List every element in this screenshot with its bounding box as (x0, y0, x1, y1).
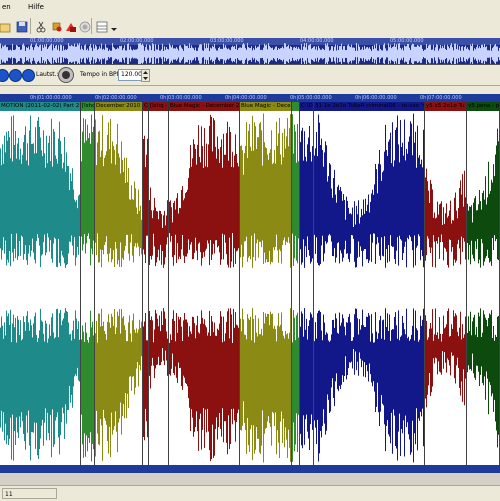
ruler-tick: 0h|06:00:00.000 (355, 95, 397, 101)
dropdown-icon[interactable] (108, 18, 119, 35)
overview-waveform[interactable]: 01:00:00.000 02:00:00.000 03:00:00.000 0… (0, 38, 500, 65)
toolbar (0, 14, 500, 39)
waveform-area[interactable] (0, 111, 500, 465)
track-title[interactable] (292, 102, 300, 111)
ruler-tick: 0h|05:00:00.000 (290, 95, 332, 101)
overview-wave-path (0, 43, 500, 64)
ruler-tick: 0h|03:00:00.000 (160, 95, 202, 101)
ruler-tick: 0h|01:00:00.000 (30, 95, 72, 101)
pause-icon[interactable] (9, 69, 22, 82)
ruler-tick: 0h|04:00:00.000 (225, 95, 267, 101)
timeline-bottom-strip[interactable] (0, 465, 500, 473)
track-title[interactable]: December 2010 (95, 102, 143, 111)
track-title[interactable]: MOTION (2011-02-02) Part 2 - Sub (0, 102, 81, 111)
track-title[interactable]: [Ishq - (149, 102, 169, 111)
waveform-canvas[interactable] (0, 111, 500, 465)
separator (0, 86, 500, 94)
menu-item-help[interactable]: Hilfe (28, 3, 44, 11)
track-title[interactable]: v5 pena - pe (467, 102, 500, 111)
track-title[interactable]: y5 x5 2o1o Tu (425, 102, 467, 111)
track-background (149, 111, 169, 465)
volume-knob[interactable] (58, 67, 74, 83)
save-icon[interactable] (13, 18, 30, 35)
track-title[interactable]: C:\D (300, 102, 314, 111)
status-bar: 11 (0, 485, 500, 501)
track-title[interactable]: [Ishq (81, 102, 95, 111)
track-title[interactable]: Blue Magic - Decem (240, 102, 292, 111)
status-text: 11 (2, 488, 57, 499)
timeline-ruler[interactable]: 0h|01:00:00.000 0h|02:00:00.000 0h|03:00… (0, 94, 500, 102)
track-title[interactable]: Blue Magic - December 2010 (169, 102, 240, 111)
stop-icon[interactable] (22, 69, 35, 82)
ruler-tick: 0h|07:00:00.000 (420, 95, 462, 101)
track-background (425, 111, 467, 465)
track-title[interactable]: 31 1o 2o1o TußoR criminalDE - to-xao 'r.… (314, 102, 425, 111)
cut-icon[interactable] (32, 18, 49, 35)
overview-wave-shape (0, 43, 500, 64)
menu-item-file[interactable]: en (2, 3, 11, 11)
open-icon[interactable] (0, 18, 13, 35)
loudness-label: Lautst.: (36, 71, 59, 78)
play-icon[interactable] (0, 69, 9, 82)
tempo-spinner[interactable] (141, 69, 150, 82)
track-titles: MOTION (2011-02-02) Part 2 - Sub [Ishq D… (0, 102, 500, 111)
ruler-tick: 0h|02:00:00.000 (95, 95, 137, 101)
transport-bar: Lautst.: Tempo in BPM: 120.00 (0, 65, 500, 86)
menu-bar: en Hilfe (0, 0, 500, 15)
